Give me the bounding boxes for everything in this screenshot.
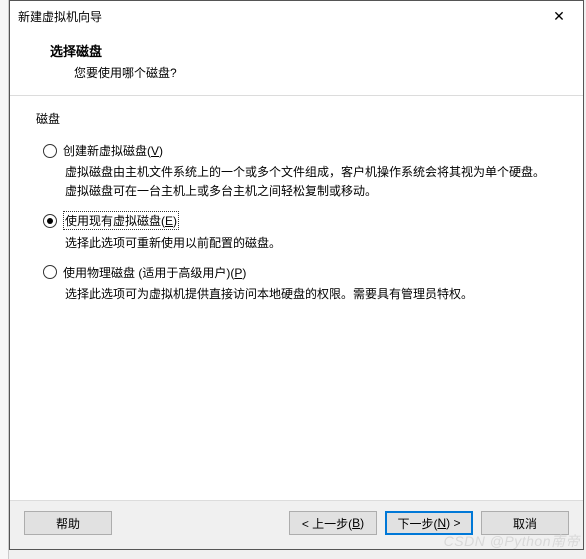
radio-create-new-disk[interactable] [43, 144, 57, 158]
next-button[interactable]: 下一步(N) > [385, 511, 473, 535]
radio-label: 创建新虚拟磁盘(V) [63, 142, 163, 159]
option-description: 选择此选项可为虚拟机提供直接访问本地硬盘的权限。需要具有管理员特权。 [65, 285, 550, 304]
option-use-existing-disk: 使用现有虚拟磁盘(E) 选择此选项可重新使用以前配置的磁盘。 [43, 211, 550, 253]
option-create-new-disk: 创建新虚拟磁盘(V) 虚拟磁盘由主机文件系统上的一个或多个文件组成，客户机操作系… [43, 142, 550, 201]
back-button[interactable]: < 上一步(B) [289, 511, 377, 535]
radio-use-physical-disk[interactable] [43, 265, 57, 279]
radio-label: 使用现有虚拟磁盘(E) [63, 211, 179, 230]
help-button[interactable]: 帮助 [24, 511, 112, 535]
disk-options-group: 创建新虚拟磁盘(V) 虚拟磁盘由主机文件系统上的一个或多个文件组成，客户机操作系… [36, 129, 557, 321]
page-subtitle: 您要使用哪个磁盘? [50, 64, 563, 81]
option-row[interactable]: 使用现有虚拟磁盘(E) [43, 211, 550, 230]
option-use-physical-disk: 使用物理磁盘 (适用于高级用户)(P) 选择此选项可为虚拟机提供直接访问本地硬盘… [43, 264, 550, 304]
radio-use-existing-disk[interactable] [43, 214, 57, 228]
window-title: 新建虚拟机向导 [18, 8, 539, 25]
group-label: 磁盘 [36, 110, 557, 127]
wizard-header: 选择磁盘 您要使用哪个磁盘? [10, 31, 583, 95]
wizard-dialog: 新建虚拟机向导 ✕ 选择磁盘 您要使用哪个磁盘? 磁盘 创建新虚拟磁盘(V) 虚… [9, 0, 584, 550]
option-row[interactable]: 创建新虚拟磁盘(V) [43, 142, 550, 159]
background-sliver [0, 0, 9, 559]
page-title: 选择磁盘 [50, 41, 563, 60]
option-description: 虚拟磁盘由主机文件系统上的一个或多个文件组成，客户机操作系统会将其视为单个硬盘。… [65, 163, 550, 201]
close-button[interactable]: ✕ [539, 2, 579, 30]
close-icon: ✕ [553, 8, 565, 25]
radio-label: 使用物理磁盘 (适用于高级用户)(P) [63, 264, 246, 281]
option-row[interactable]: 使用物理磁盘 (适用于高级用户)(P) [43, 264, 550, 281]
wizard-footer: 帮助 < 上一步(B) 下一步(N) > 取消 [10, 500, 583, 549]
content-area: 磁盘 创建新虚拟磁盘(V) 虚拟磁盘由主机文件系统上的一个或多个文件组成，客户机… [10, 96, 583, 500]
option-description: 选择此选项可重新使用以前配置的磁盘。 [65, 234, 550, 253]
cancel-button[interactable]: 取消 [481, 511, 569, 535]
titlebar: 新建虚拟机向导 ✕ [10, 1, 583, 31]
